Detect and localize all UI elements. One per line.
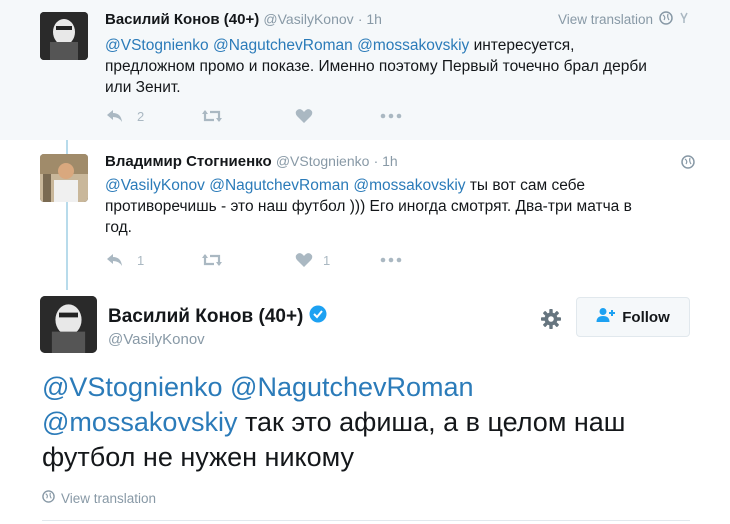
view-translation[interactable]: View translation	[558, 11, 689, 28]
mention[interactable]: @mossakovskiy	[357, 37, 469, 54]
like-count: 1	[323, 252, 331, 268]
reply-button[interactable]: 2	[105, 108, 200, 124]
handle[interactable]: @VStognienko	[276, 153, 370, 169]
tweet-text: @VStognienko @NagutchevRoman @mossakovsk…	[42, 370, 712, 475]
reply-count: 1	[137, 252, 145, 268]
mention[interactable]: @VasilyKonov	[105, 177, 205, 194]
text-segment: ты вот сам себе	[465, 177, 585, 194]
handle[interactable]: @VasilyKonov	[108, 331, 205, 348]
retweet-button[interactable]	[200, 252, 295, 268]
text-segment: интересуется,	[469, 37, 575, 54]
text-line: противоречишь - это наш футбол ))) Его и…	[105, 198, 632, 215]
avatar[interactable]	[40, 154, 88, 202]
main-tweet: Василий Конов (40+) @VasilyKonov Follow …	[0, 288, 730, 524]
reply-count: 2	[137, 108, 145, 124]
timestamp[interactable]: · 1h	[358, 11, 382, 27]
more-icon	[380, 257, 402, 263]
mention[interactable]: @mossakovskiy	[42, 407, 237, 437]
mention[interactable]: @NagutchevRoman	[213, 37, 353, 54]
tweet-header: Владимир Стогниенко @VStognienko · 1h	[105, 153, 398, 170]
like-button[interactable]	[295, 108, 380, 124]
more-icon	[380, 113, 402, 119]
retweet-icon	[200, 252, 224, 268]
text-line: предложном промо и показе. Именно поэтом…	[105, 58, 647, 75]
gear-icon[interactable]	[540, 308, 562, 335]
tweet-actions: 1 1	[105, 252, 402, 268]
like-icon	[295, 108, 313, 124]
globe-icon	[42, 490, 55, 506]
text-line: год.	[105, 219, 132, 236]
globe-icon	[681, 155, 695, 172]
view-translation-label[interactable]: View translation	[61, 491, 156, 506]
tweet-actions: 2	[105, 108, 402, 124]
more-button[interactable]	[380, 113, 402, 119]
text-line: или Зенит.	[105, 79, 181, 96]
avatar[interactable]	[40, 296, 97, 353]
reply-button[interactable]: 1	[105, 252, 200, 268]
retweet-icon	[200, 108, 224, 124]
caret-icon[interactable]	[679, 11, 689, 28]
text-segment: так это афиша, а в целом наш	[237, 407, 626, 437]
follow-label: Follow	[622, 308, 670, 326]
mention[interactable]: @VStognienko	[42, 372, 223, 402]
reply-icon	[105, 252, 125, 268]
fullname[interactable]: Василий Конов (40+)	[105, 11, 259, 28]
tweet-1[interactable]: Василий Конов (40+) @VasilyKonov · 1h Vi…	[0, 0, 730, 140]
reply-icon	[105, 108, 125, 124]
mention[interactable]: @mossakovskiy	[353, 177, 465, 194]
like-icon	[295, 252, 313, 268]
tweet-header: Василий Конов (40+) @VasilyKonov · 1h	[105, 11, 382, 28]
tweet-text: @VStognienko @NagutchevRoman @mossakovsk…	[105, 35, 715, 98]
handle[interactable]: @VasilyKonov	[263, 11, 353, 27]
mention[interactable]: @NagutchevRoman	[209, 177, 349, 194]
fullname[interactable]: Владимир Стогниенко	[105, 153, 272, 170]
more-button[interactable]	[380, 257, 402, 263]
retweet-button[interactable]	[200, 108, 295, 124]
follow-button[interactable]: Follow	[576, 297, 690, 337]
tweet-text: @VasilyKonov @NagutchevRoman @mossakovsk…	[105, 175, 715, 238]
view-translation-label[interactable]: View translation	[558, 12, 653, 27]
like-button[interactable]: 1	[295, 252, 380, 268]
view-translation[interactable]: View translation	[42, 490, 156, 506]
fullname[interactable]: Василий Конов (40+)	[108, 306, 303, 328]
tweet-2[interactable]: Владимир Стогниенко @VStognienko · 1h @V…	[0, 140, 730, 288]
verified-icon	[309, 305, 327, 329]
mention[interactable]: @VStognienko	[105, 37, 209, 54]
fullname-row: Василий Конов (40+)	[108, 305, 327, 329]
divider	[42, 520, 690, 521]
globe-indicator	[681, 155, 695, 172]
timestamp[interactable]: · 1h	[374, 153, 398, 169]
mention[interactable]: @NagutchevRoman	[230, 372, 474, 402]
follow-person-icon	[596, 307, 616, 327]
globe-icon	[659, 11, 673, 28]
text-line: футбол не нужен никому	[42, 442, 355, 472]
avatar[interactable]	[40, 12, 88, 60]
